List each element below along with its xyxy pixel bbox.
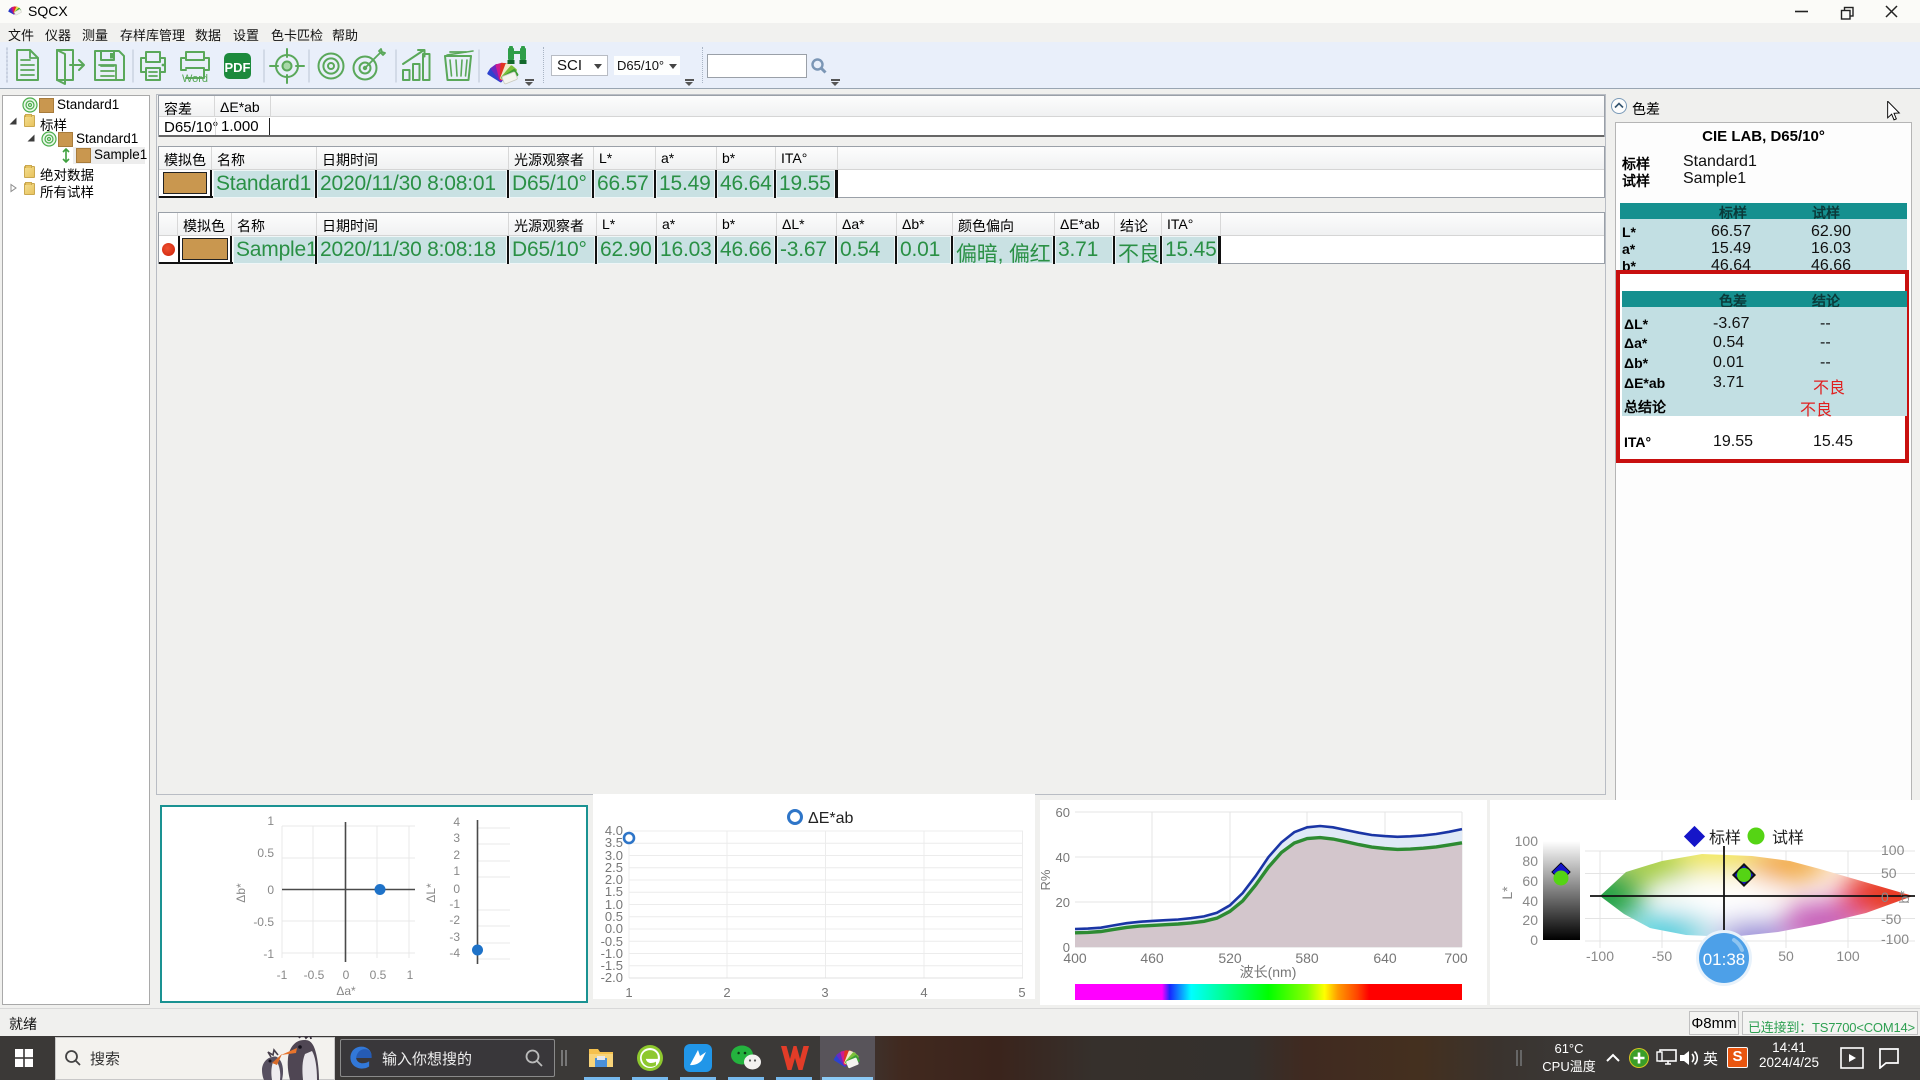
- svg-text:-2.0: -2.0: [601, 970, 623, 985]
- svg-text:60: 60: [1056, 805, 1070, 820]
- svg-text:4: 4: [920, 985, 927, 999]
- svg-text:Δb*: Δb*: [234, 883, 248, 903]
- svg-text:4: 4: [453, 815, 460, 829]
- svg-text:0: 0: [1530, 932, 1538, 948]
- svg-text:标样: 标样: [1709, 829, 1741, 847]
- svg-text:R%: R%: [1040, 869, 1053, 890]
- svg-text:60: 60: [1522, 873, 1538, 889]
- svg-text:460: 460: [1140, 950, 1164, 966]
- svg-text:400: 400: [1063, 950, 1087, 966]
- svg-text:-100: -100: [1881, 931, 1909, 947]
- svg-text:-50: -50: [1881, 911, 1901, 927]
- svg-text:0.5: 0.5: [370, 968, 387, 982]
- svg-text:0: 0: [453, 882, 460, 896]
- svg-text:3: 3: [821, 985, 828, 999]
- svg-text:580: 580: [1295, 950, 1319, 966]
- svg-text:100: 100: [1515, 833, 1539, 849]
- svg-text:2: 2: [453, 848, 460, 862]
- svg-text:20: 20: [1522, 912, 1538, 928]
- svg-text:5: 5: [1018, 985, 1025, 999]
- svg-text:1: 1: [453, 864, 460, 878]
- svg-text:700: 700: [1444, 950, 1468, 966]
- svg-text:3: 3: [453, 831, 460, 845]
- svg-text:Δa*: Δa*: [336, 984, 356, 998]
- svg-text:-3: -3: [449, 930, 460, 944]
- svg-text:-4: -4: [449, 946, 460, 960]
- svg-text:0: 0: [1881, 889, 1889, 905]
- svg-text:-50: -50: [1652, 948, 1672, 964]
- svg-text:-0.5: -0.5: [304, 968, 325, 982]
- svg-text:1: 1: [625, 985, 632, 999]
- svg-text:-100: -100: [1586, 948, 1614, 964]
- svg-text:ΔE*ab: ΔE*ab: [808, 810, 853, 827]
- svg-text:b*: b*: [1896, 890, 1912, 904]
- svg-text:L*: L*: [1499, 886, 1515, 900]
- svg-text:波长(nm): 波长(nm): [1240, 964, 1297, 980]
- svg-text:50: 50: [1778, 948, 1794, 964]
- svg-text:20: 20: [1056, 895, 1070, 910]
- svg-text:-1: -1: [277, 968, 288, 982]
- svg-text:2: 2: [723, 985, 730, 999]
- svg-text:0: 0: [343, 968, 350, 982]
- svg-text:-0.5: -0.5: [253, 915, 274, 929]
- svg-text:1: 1: [407, 968, 414, 982]
- svg-text:100: 100: [1881, 842, 1905, 858]
- svg-text:0: 0: [267, 883, 274, 897]
- svg-text:PDF: PDF: [225, 60, 251, 75]
- svg-text:520: 520: [1218, 950, 1242, 966]
- svg-text:-2: -2: [449, 913, 460, 927]
- svg-text:-1: -1: [449, 897, 460, 911]
- svg-text:40: 40: [1056, 850, 1070, 865]
- svg-text:01:38: 01:38: [1703, 950, 1746, 969]
- svg-text:ΔL*: ΔL*: [424, 883, 438, 903]
- svg-text:-1: -1: [263, 947, 274, 961]
- svg-text:0.5: 0.5: [257, 846, 274, 860]
- svg-text:试样: 试样: [1772, 829, 1804, 847]
- svg-text:100: 100: [1836, 948, 1860, 964]
- svg-text:50: 50: [1881, 865, 1897, 881]
- svg-text:80: 80: [1522, 853, 1538, 869]
- svg-text:1: 1: [267, 814, 274, 828]
- svg-text:Word: Word: [182, 73, 208, 85]
- svg-text:40: 40: [1522, 893, 1538, 909]
- svg-text:640: 640: [1373, 950, 1397, 966]
